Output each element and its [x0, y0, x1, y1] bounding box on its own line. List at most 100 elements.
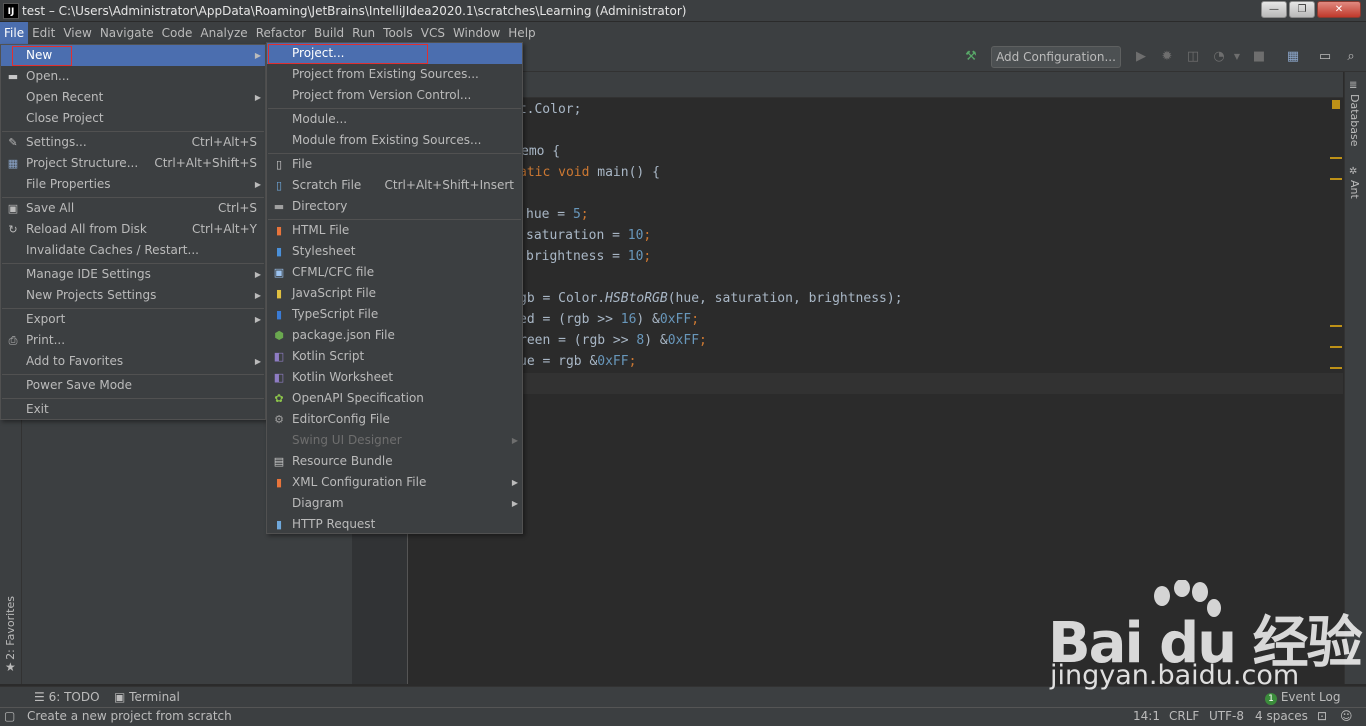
menu-view[interactable]: View: [59, 22, 95, 44]
new-html-file[interactable]: ▮ HTML File: [267, 220, 522, 241]
run-icon[interactable]: ▶: [1132, 48, 1150, 66]
status-layout-icon[interactable]: ▢: [4, 707, 15, 726]
event-log-tab[interactable]: 1 Event Log: [1265, 689, 1340, 705]
new-typescript-file[interactable]: ▮ TypeScript File: [267, 304, 522, 325]
menu-run[interactable]: Run: [348, 22, 379, 44]
project-structure-icon: ▦: [7, 157, 19, 170]
menu-window[interactable]: Window: [449, 22, 504, 44]
new-module[interactable]: Module...: [267, 109, 522, 130]
file-menu-settings[interactable]: ✎ Settings... Ctrl+Alt+S: [1, 132, 265, 153]
file-icon: ▯: [275, 158, 283, 171]
file-menu-open-recent[interactable]: Open Recent ▶: [1, 87, 265, 108]
submenu-arrow-icon: ▶: [511, 499, 518, 508]
debug-icon[interactable]: ✹: [1158, 48, 1176, 66]
new-project-from-vcs[interactable]: Project from Version Control...: [267, 85, 522, 106]
error-stripe-mark[interactable]: [1330, 178, 1342, 180]
openapi-icon: ✿: [274, 392, 284, 405]
kotlin-icon: ◧: [273, 371, 285, 384]
close-button[interactable]: ✕: [1317, 1, 1361, 18]
directory-icon: ▬: [273, 200, 285, 213]
profile-icon[interactable]: ◔: [1210, 48, 1228, 66]
error-stripe-mark[interactable]: [1330, 367, 1342, 369]
new-kotlin-script[interactable]: ◧ Kotlin Script: [267, 346, 522, 367]
add-configuration-button[interactable]: Add Configuration...: [991, 46, 1121, 68]
ant-tab[interactable]: Ant: [1348, 180, 1361, 199]
file-menu-open[interactable]: ▬ Open...: [1, 66, 265, 87]
menu-code[interactable]: Code: [158, 22, 197, 44]
editor-tab-bar: [409, 72, 1343, 98]
lock-icon[interactable]: ⊡: [1317, 707, 1327, 726]
file-menu-power-save-mode[interactable]: Power Save Mode: [1, 375, 265, 396]
new-editorconfig-file[interactable]: ⚙ EditorConfig File: [267, 409, 522, 430]
new-project-from-existing-sources[interactable]: Project from Existing Sources...: [267, 64, 522, 85]
terminal-tab[interactable]: ▣ Terminal: [114, 689, 180, 705]
menu-help[interactable]: Help: [504, 22, 539, 44]
todo-tab[interactable]: ☰ 6: TODO: [34, 689, 100, 705]
search-everywhere-icon[interactable]: ⌕: [1342, 48, 1360, 66]
file-menu-invalidate-caches[interactable]: Invalidate Caches / Restart...: [1, 240, 265, 261]
stop-icon[interactable]: ■: [1250, 48, 1268, 66]
inspector-icon[interactable]: ☺: [1340, 707, 1353, 726]
html-icon: ▮: [275, 224, 283, 237]
new-openapi-specification[interactable]: ✿ OpenAPI Specification: [267, 388, 522, 409]
build-hammer-icon[interactable]: ⚒: [962, 48, 980, 66]
error-stripe-mark[interactable]: [1330, 325, 1342, 327]
menu-tools[interactable]: Tools: [379, 22, 417, 44]
file-menu-file-properties[interactable]: File Properties ▶: [1, 174, 265, 195]
coverage-icon[interactable]: ◫: [1184, 48, 1202, 66]
menu-refactor[interactable]: Refactor: [252, 22, 310, 44]
menu-build[interactable]: Build: [310, 22, 348, 44]
new-cfml-file[interactable]: ▣ CFML/CFC file: [267, 262, 522, 283]
new-diagram[interactable]: Diagram ▶: [267, 493, 522, 514]
profile-dropdown-icon[interactable]: ▼: [1228, 48, 1246, 66]
file-menu-print[interactable]: ⎙ Print...: [1, 330, 265, 351]
new-package-json-file[interactable]: ⬢ package.json File: [267, 325, 522, 346]
file-encoding[interactable]: UTF-8: [1209, 707, 1244, 726]
new-module-from-existing-sources[interactable]: Module from Existing Sources...: [267, 130, 522, 151]
file-menu-reload[interactable]: ↻ Reload All from Disk Ctrl+Alt+Y: [1, 219, 265, 240]
submenu-arrow-icon: ▶: [254, 357, 261, 366]
new-stylesheet[interactable]: ▮ Stylesheet: [267, 241, 522, 262]
presentation-icon[interactable]: ▭: [1316, 48, 1334, 66]
line-separator[interactable]: CRLF: [1169, 707, 1199, 726]
gear-icon: ⚙: [274, 413, 284, 426]
error-stripe-mark[interactable]: [1330, 346, 1342, 348]
menu-vcs[interactable]: VCS: [417, 22, 449, 44]
new-submenu: Project... Project from Existing Sources…: [266, 42, 523, 534]
new-scratch-file[interactable]: ▯ Scratch File Ctrl+Alt+Shift+Insert: [267, 175, 522, 196]
database-icon: ≣: [1349, 80, 1358, 91]
file-menu-export[interactable]: Export ▶: [1, 309, 265, 330]
terminal-icon: ▣: [114, 690, 130, 704]
new-http-request[interactable]: ▮ HTTP Request: [267, 514, 522, 535]
database-tab[interactable]: Database: [1348, 94, 1361, 147]
menu-navigate[interactable]: Navigate: [96, 22, 158, 44]
print-icon: ⎙: [8, 334, 18, 347]
error-stripe-mark[interactable]: [1330, 157, 1342, 159]
file-menu-project-structure[interactable]: ▦ Project Structure... Ctrl+Alt+Shift+S: [1, 153, 265, 174]
new-kotlin-worksheet[interactable]: ◧ Kotlin Worksheet: [267, 367, 522, 388]
file-menu-exit[interactable]: Exit: [1, 399, 265, 420]
caret-position[interactable]: 14:1: [1133, 707, 1160, 726]
file-menu-manage-ide-settings[interactable]: Manage IDE Settings ▶: [1, 264, 265, 285]
project-structure-toolbar-icon[interactable]: ▦: [1284, 48, 1302, 66]
menu-edit[interactable]: Edit: [28, 22, 59, 44]
file-menu-close-project[interactable]: Close Project: [1, 108, 265, 129]
maximize-button[interactable]: ❐: [1289, 1, 1315, 18]
file-menu-save-all[interactable]: ▣ Save All Ctrl+S: [1, 198, 265, 219]
menu-file[interactable]: File: [0, 22, 29, 44]
menu-analyze[interactable]: Analyze: [196, 22, 251, 44]
new-directory[interactable]: ▬ Directory: [267, 196, 522, 217]
new-javascript-file[interactable]: ▮ JavaScript File: [267, 283, 522, 304]
indent-setting[interactable]: 4 spaces: [1255, 707, 1308, 726]
new-file[interactable]: ▯ File: [267, 154, 522, 175]
file-menu-new-projects-settings[interactable]: New Projects Settings ▶: [1, 285, 265, 306]
new-xml-configuration-file[interactable]: ▮ XML Configuration File ▶: [267, 472, 522, 493]
new-resource-bundle[interactable]: ▤ Resource Bundle: [267, 451, 522, 472]
inspection-status-icon[interactable]: [1332, 100, 1340, 109]
baidu-watermark-url: jingyan.baidu.com: [1050, 660, 1300, 691]
typescript-icon: ▮: [275, 308, 283, 321]
file-menu-add-to-favorites[interactable]: Add to Favorites ▶: [1, 351, 265, 372]
minimize-button[interactable]: —: [1261, 1, 1287, 18]
favorites-tab[interactable]: 2: Favorites: [4, 596, 17, 660]
submenu-arrow-icon: ▶: [254, 270, 261, 279]
